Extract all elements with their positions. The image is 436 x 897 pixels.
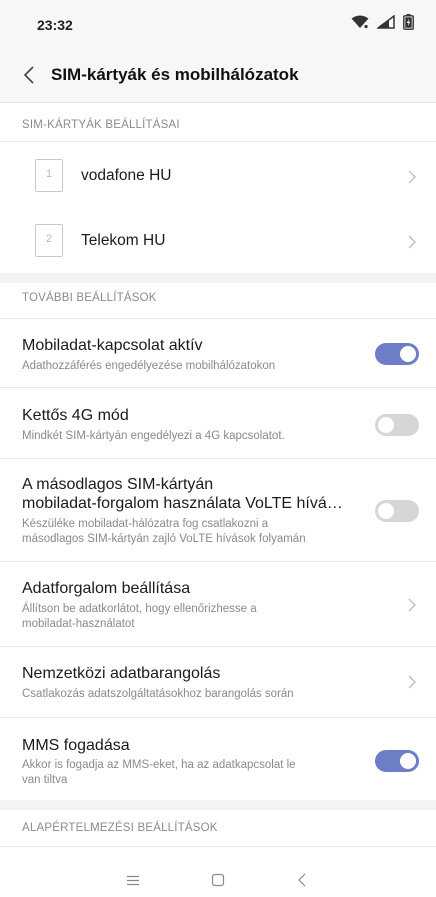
page-title: SIM-kártyák és mobilhálózatok — [51, 65, 299, 84]
mobile-data-toggle[interactable] — [375, 343, 419, 365]
setting-subtitle: Mindkét SIM-kártyán engedélyezi a 4G kap… — [22, 430, 285, 442]
toggle-knob — [378, 503, 394, 519]
sim-card-icon: 1 — [35, 159, 63, 192]
setting-title: A másodlagos SIM-kártyán mobiladat-forga… — [22, 476, 343, 512]
setting-data-roaming[interactable]: Nemzetközi adatbarangolás Csatlakozás ad… — [0, 647, 436, 717]
page-header: SIM-kártyák és mobilhálózatok — [0, 48, 436, 103]
section-gap — [0, 273, 436, 283]
chevron-right-icon — [408, 235, 416, 249]
home-icon — [211, 873, 225, 887]
menu-icon — [127, 875, 139, 885]
section-gap — [0, 800, 436, 810]
setting-title: Adatforgalom beállítása — [22, 580, 191, 597]
sim-card-name: vodafone HU — [81, 167, 172, 184]
signal-icon — [377, 15, 395, 29]
sim-card-row-2[interactable]: 2 Telekom HU — [0, 211, 436, 273]
secondary-sim-volte-toggle[interactable] — [375, 500, 419, 522]
toggle-knob — [400, 346, 416, 362]
sim-card-icon: 2 — [35, 224, 63, 257]
section-label-sim-cards: SIM-KÁRTYÁK BEÁLLÍTÁSAI — [22, 119, 180, 131]
setting-subtitle: Készüléke mobiladat-hálózatra fog csatla… — [22, 518, 306, 545]
chevron-right-icon — [408, 598, 416, 612]
status-bar: 23:32 — [0, 0, 436, 48]
back-nav-button[interactable] — [291, 869, 313, 891]
setting-subtitle: Állítson be adatkorlátot, hogy ellenőriz… — [22, 603, 257, 630]
chevron-right-icon — [408, 170, 416, 184]
setting-title: MMS fogadása — [22, 737, 130, 754]
home-button[interactable] — [207, 869, 229, 891]
chevron-left-icon — [23, 66, 34, 84]
section-label-default-settings: ALAPÉRTELMEZÉSI BEÁLLÍTÁSOK — [22, 822, 218, 834]
sim-card-name: Telekom HU — [81, 232, 166, 249]
chevron-right-icon — [408, 675, 416, 689]
menu-button[interactable] — [122, 869, 144, 891]
setting-mobile-data[interactable]: Mobiladat-kapcsolat aktív Adathozzáférés… — [0, 319, 436, 387]
navigation-bar — [0, 861, 436, 897]
back-icon — [298, 873, 306, 887]
toggle-knob — [400, 753, 416, 769]
battery-icon — [403, 14, 414, 30]
back-button[interactable] — [16, 62, 42, 88]
dual-4g-toggle[interactable] — [375, 414, 419, 436]
wifi-icon — [351, 15, 369, 29]
setting-subtitle: Akkor is fogadja az MMS-eket, ha az adat… — [22, 759, 296, 786]
setting-title: Mobiladat-kapcsolat aktív — [22, 337, 203, 354]
divider — [0, 846, 436, 847]
setting-mms-receive[interactable]: MMS fogadása Akkor is fogadja az MMS-eke… — [0, 718, 436, 800]
setting-secondary-sim-volte[interactable]: A másodlagos SIM-kártyán mobiladat-forga… — [0, 459, 436, 561]
setting-subtitle: Csatlakozás adatszolgáltatásokhoz barang… — [22, 688, 294, 700]
status-icons — [351, 14, 414, 30]
toggle-knob — [378, 417, 394, 433]
sim-card-row-1[interactable]: 1 vodafone HU — [0, 146, 436, 208]
divider — [0, 141, 436, 142]
setting-title: Kettős 4G mód — [22, 407, 129, 424]
setting-subtitle: Adathozzáférés engedélyezése mobilhálóza… — [22, 360, 276, 372]
setting-title: Nemzetközi adatbarangolás — [22, 665, 221, 682]
setting-data-usage[interactable]: Adatforgalom beállítása Állítson be adat… — [0, 562, 436, 646]
setting-dual-4g[interactable]: Kettős 4G mód Mindkét SIM-kártyán engedé… — [0, 388, 436, 458]
mms-toggle[interactable] — [375, 750, 419, 772]
section-label-more-settings: TOVÁBBI BEÁLLÍTÁSOK — [22, 292, 157, 304]
status-time: 23:32 — [37, 17, 73, 33]
